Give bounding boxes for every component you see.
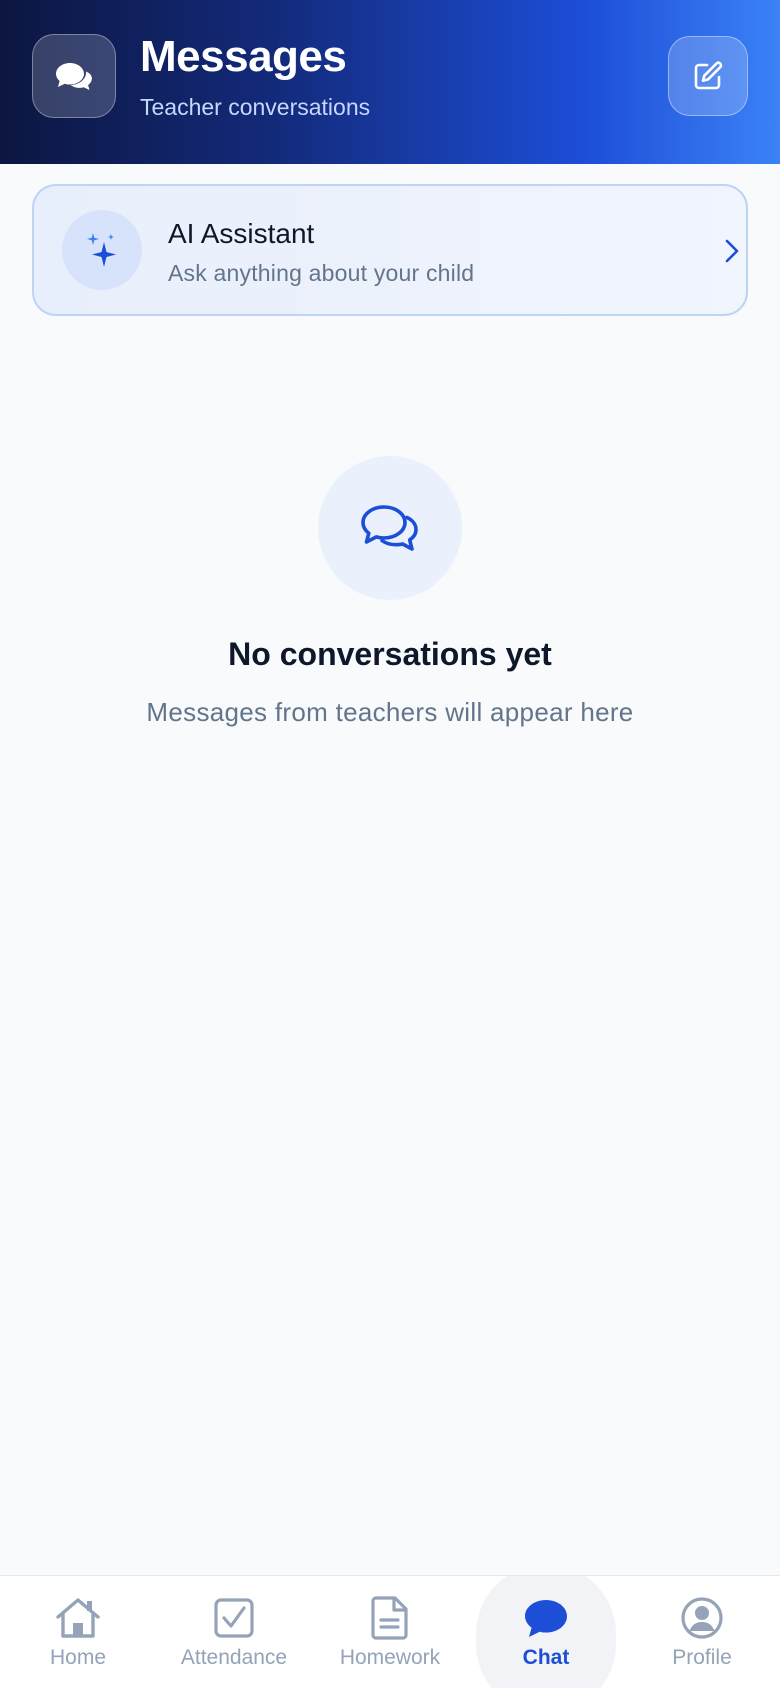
chat-bubbles-icon [32, 34, 116, 118]
sparkles-icon [62, 210, 142, 290]
nav-item-homework[interactable]: Homework [312, 1576, 468, 1688]
user-circle-icon [680, 1594, 724, 1642]
nav-item-profile[interactable]: Profile [624, 1576, 780, 1688]
compose-button[interactable] [668, 36, 748, 116]
chat-icon [523, 1594, 569, 1642]
home-icon [54, 1594, 102, 1642]
nav-label-chat: Chat [522, 1646, 570, 1669]
empty-state-icon-circle [318, 456, 462, 600]
document-icon [371, 1594, 409, 1642]
ai-assistant-title: AI Assistant [168, 218, 315, 249]
chevron-right-icon [724, 238, 740, 269]
header: Messages Teacher conversations [0, 0, 780, 164]
app-root: Messages Teacher conversations AI Assist… [0, 0, 780, 1688]
nav-label-homework: Homework [339, 1646, 441, 1669]
compose-icon [694, 61, 723, 90]
empty-state-title: No conversations yet [228, 636, 552, 672]
page-title: Messages [140, 32, 347, 81]
nav-label-profile: Profile [672, 1646, 732, 1669]
empty-state-subtitle: Messages from teachers will appear here [146, 697, 634, 727]
page-subtitle: Teacher conversations [140, 94, 371, 120]
ai-assistant-subtitle: Ask anything about your child [168, 260, 475, 286]
nav-item-attendance[interactable]: Attendance [156, 1576, 312, 1688]
bottom-navigation: Home Attendance Homework Chat Profile [0, 1575, 780, 1688]
checkbox-icon [213, 1594, 255, 1642]
nav-item-home[interactable]: Home [0, 1576, 156, 1688]
chat-bubbles-icon [361, 505, 418, 551]
nav-label-home: Home [49, 1646, 107, 1669]
nav-item-chat[interactable]: Chat [468, 1576, 624, 1688]
nav-label-attendance: Attendance [180, 1646, 288, 1669]
ai-assistant-card[interactable]: AI Assistant Ask anything about your chi… [32, 184, 748, 316]
